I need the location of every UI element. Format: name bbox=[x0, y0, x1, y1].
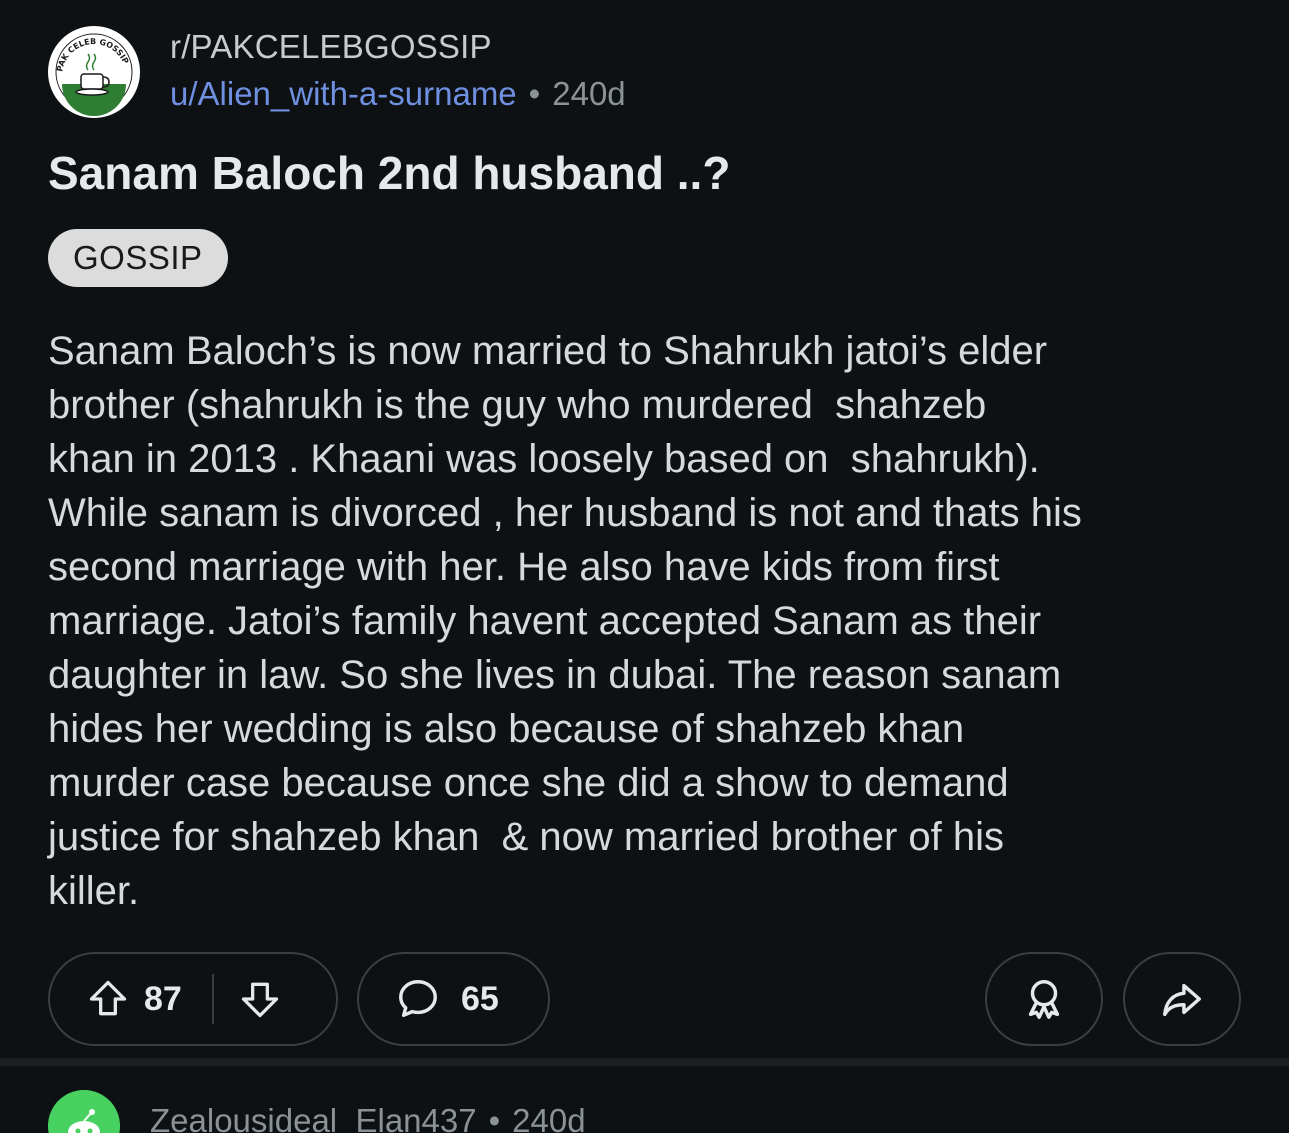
author-username[interactable]: u/Alien_with-a-surname bbox=[170, 75, 517, 112]
comments-button[interactable]: 65 bbox=[357, 952, 550, 1046]
post-body-line: While sanam is divorced , her husband is… bbox=[48, 491, 1082, 535]
comment-count: 65 bbox=[461, 979, 499, 1018]
award-icon bbox=[1021, 976, 1067, 1022]
pak-celeb-gossip-logo: PAK CELEB GOSSIP bbox=[49, 27, 139, 117]
post-meta: u/Alien_with-a-surname • 240d bbox=[170, 75, 626, 113]
post-age: 240d bbox=[552, 75, 626, 112]
post-body-line: brother (shahrukh is the guy who murdere… bbox=[48, 383, 987, 427]
upvote-count: 87 bbox=[144, 979, 182, 1018]
post-body: Sanam Baloch’s is now married to Shahruk… bbox=[48, 324, 1263, 918]
post-body-line: daughter in law. So she lives in dubai. … bbox=[48, 653, 1062, 697]
post-body-line: justice for shahzeb khan & now married b… bbox=[48, 815, 1005, 859]
comment-author-username[interactable]: Zealousideal_Elan437 bbox=[150, 1102, 477, 1133]
post-body-line: marriage. Jatoi’s family havent accepted… bbox=[48, 599, 1042, 643]
comment-age: 240d bbox=[512, 1102, 586, 1133]
subreddit-name[interactable]: r/PAKCELEBGOSSIP bbox=[170, 28, 492, 66]
meta-separator: • bbox=[528, 75, 541, 112]
post-flair[interactable]: GOSSIP bbox=[48, 229, 228, 287]
comment-meta: Zealousideal_Elan437 • 240d bbox=[150, 1102, 586, 1133]
post-body-line: second marriage with her. He also have k… bbox=[48, 545, 1000, 589]
share-arrow-icon bbox=[1159, 976, 1205, 1022]
downvote-button[interactable] bbox=[238, 977, 282, 1021]
post-body-line: khan in 2013 . Khaani was loosely based … bbox=[48, 437, 1040, 481]
vote-bar: 87 bbox=[48, 952, 338, 1046]
share-button[interactable] bbox=[1123, 952, 1241, 1046]
post-screen: PAK CELEB GOSSIP r/PAKCELEBGOSSIP u/Alie… bbox=[0, 0, 1289, 1133]
post-body-line: murder case because once she did a show … bbox=[48, 761, 1009, 805]
arrow-down-icon bbox=[241, 982, 278, 1018]
upvote-button[interactable] bbox=[86, 977, 130, 1021]
subreddit-avatar[interactable]: PAK CELEB GOSSIP bbox=[48, 26, 140, 118]
comment-meta-separator: • bbox=[488, 1102, 501, 1133]
post-body-line: killer. bbox=[48, 869, 140, 913]
comment-author-avatar[interactable] bbox=[48, 1090, 120, 1133]
snoo-avatar-icon bbox=[48, 1090, 120, 1133]
post-title[interactable]: Sanam Baloch 2nd husband ..? bbox=[48, 146, 730, 200]
speech-bubble-icon bbox=[395, 976, 441, 1022]
post-body-line: hides her wedding is also because of sha… bbox=[48, 707, 965, 751]
award-button[interactable] bbox=[985, 952, 1103, 1046]
post-body-line: Sanam Baloch’s is now married to Shahruk… bbox=[48, 329, 1048, 373]
vote-divider bbox=[211, 974, 214, 1024]
arrow-up-icon bbox=[89, 980, 127, 1016]
section-divider bbox=[0, 1058, 1289, 1066]
